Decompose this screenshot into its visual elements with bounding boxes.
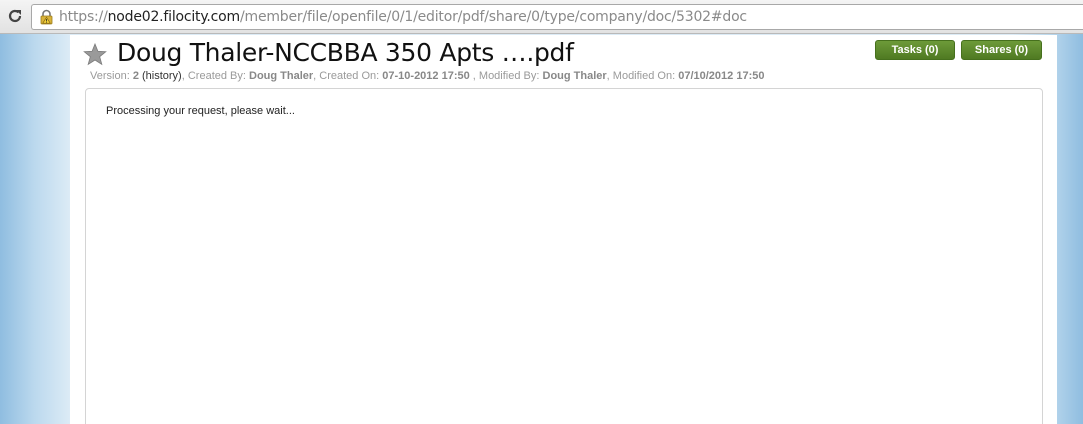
document-title: Doug Thaler-NCCBBA 350 Apts ….pdf — [117, 38, 574, 67]
favorite-star-icon[interactable] — [83, 43, 107, 66]
pdf-viewer-panel: Processing your request, please wait... — [85, 88, 1043, 424]
modified-on: 07/10/2012 17:50 — [678, 70, 765, 82]
browser-toolbar: https://node02.filocity.com/member/file/… — [0, 0, 1083, 34]
version-number: 2 — [132, 70, 139, 82]
modified-by: Doug Thaler — [542, 70, 607, 82]
history-link[interactable]: (history) — [142, 70, 182, 82]
document-metadata: Version: 2 (history), Created By: Doug T… — [90, 70, 765, 82]
reload-icon[interactable] — [5, 6, 25, 26]
ssl-warning-lock-icon[interactable] — [38, 9, 54, 25]
document-page: Doug Thaler-NCCBBA 350 Apts ….pdf Tasks … — [70, 35, 1057, 424]
shares-button[interactable]: Shares (0) — [961, 40, 1042, 60]
loading-status-text: Processing your request, please wait... — [106, 105, 295, 117]
url-text: https://node02.filocity.com/member/file/… — [59, 9, 747, 25]
created-by: Doug Thaler — [249, 70, 314, 82]
tasks-button[interactable]: Tasks (0) — [875, 40, 955, 60]
created-on: 07-10-2012 17:50 — [382, 70, 470, 82]
address-bar[interactable]: https://node02.filocity.com/member/file/… — [31, 4, 1083, 30]
